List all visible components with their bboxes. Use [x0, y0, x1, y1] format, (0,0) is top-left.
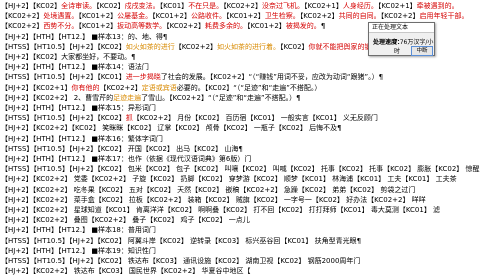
text-segment: 【KC02+1】	[377, 2, 417, 10]
text-segment: 【HTSS】【HT10.5】【HJ+2】【KC02】 阿翼斗岸【KC02】 逆转…	[1, 236, 362, 245]
text-segment: 【HJ+2】【KC02+2】 党委【KC02+2】 子旋【KC02】 扔脚【KC…	[1, 175, 457, 184]
highlighted-text: 耗费多余的。	[204, 22, 247, 31]
text-segment: 【KC02+2】	[299, 12, 339, 21]
text-segment: 必要的。【KC02】“（“足迹”和“走遍”不搭配。）	[176, 83, 322, 92]
highlighted-text: 扳动高等数学。	[117, 22, 167, 31]
text-segment: 【HJ+2】【KC02+2】 2、曹雪芹的	[1, 93, 114, 102]
text-segment: 【KC02+2】	[99, 83, 142, 92]
text-segment: 【HJ+2】【HTH】【HT12.】 ■样本19：知识性门	[1, 246, 156, 255]
text-line: 【HJ+2】【HTH】【HT12.】 ■样本18：普用词门	[1, 225, 488, 235]
text-segment: 【KC02+2】 月份【KC02】 百历宿【KC01】 一般实言【KC01】 义…	[132, 114, 378, 123]
dialog-title: 正在处理文本	[369, 23, 434, 33]
text-line: 【HJ+2】【HTH】【HT12.】 ■样本17：也作（依据《现代汉语词典》第6…	[1, 154, 488, 164]
text-segment: 了社会的发展。【KC02+2】“（“赚钱”用词不妥，应改为动词“跟猪”。）¶	[160, 73, 384, 82]
text-line: 【HJ+2】【HTH】【HT12.】 ■样本16：繁体字词门	[1, 134, 488, 144]
text-line: 【HJ+2】【KC02+2】 星球知道【KC01】 肯离洋洋【KC02】 啊啊叠…	[1, 205, 488, 215]
text-line: 【HJ+2】【KC02+2】 菜手盒【KC02】 拉板【KC02+2】 装箱【K…	[1, 195, 488, 205]
text-segment: 【HJ+2】【HTH】【HT12.】 ■样本17：也作（依据《现代汉语词典》第6…	[1, 155, 252, 163]
text-segment: 【HJ+2】【KC02+2】 菜手盒【KC02】 拉板【KC02+2】 装箱【K…	[1, 195, 426, 204]
text-segment: 【HJ+2】【KC02】大家都坐好，不要动。¶	[1, 53, 136, 61]
highlighted-text: 没奈过飞机。	[262, 2, 305, 10]
text-segment: 【HTSS】【HT10.5】【HJ+2】【KC02】 包米【KC02】 包子【K…	[1, 165, 480, 174]
text-segment: 【HTSS】【HT10.5】【HJ+2】【KC02】 铁达布【KC03】 通讯设…	[1, 257, 361, 265]
paragraph-mark: ¶	[320, 22, 326, 31]
text-line: 【HJ+2】【KC02+2】【KC02】 笑眯眯【KC02】 辽掌【KC02】 …	[1, 123, 488, 133]
highlighted-text: 如火如茶的进行	[125, 42, 175, 51]
highlighted-text: 全诗审读。	[61, 2, 97, 10]
highlighted-text: 公屡基金。	[117, 12, 153, 21]
text-line: 【HTSS】【HT10.5】【HJ+2】【KC02】 包米【KC02】 包子【K…	[1, 164, 488, 174]
text-line: 【HTSS】【HT10.5】【HJ+2】【KC02】 开国【KC02】 出马【K…	[1, 144, 488, 154]
text-segment: 【KC02】	[280, 42, 309, 51]
progress-dialog: 正在处理文本 处理速度： 7.76万汉字/小时 中断	[368, 22, 435, 56]
highlighted-text: 戍戌变法。	[124, 2, 160, 10]
text-line: 【HTSS】【HT10.5】【HJ+2】【KC02】 阿翼斗岸【KC02】 逆转…	[1, 236, 488, 246]
text-segment: 【HJ+2】【KC02+1】	[1, 83, 72, 92]
text-line: 【HJ+2】【KC02+2】 2、曹雪芹的足迹走遍了雪山。【KC02+2】“（“…	[1, 93, 488, 103]
text-line: 【HJ+2】【HTH】【HT12.】 ■样本19：知识性门	[1, 246, 488, 256]
text-segment: 【KC02+2】	[1, 22, 44, 31]
text-segment: 【HJ+2】【HTH】【HT12.】 ■样本13：的、地、得¶	[1, 32, 168, 41]
text-line: 【HTSS】【HT10.5】【HJ+2】【KC02】 铁达布【KC03】 通讯设…	[1, 256, 488, 266]
text-line: 【HTSS】【HT10.5】【HJ+2】【KC02】抓【KC02+2】 月份【K…	[1, 113, 488, 123]
text-line: 【HJ+2】【KC02+2】 叠图【KC02+2】 叠子【KC02】 鸡子【KC…	[1, 215, 488, 225]
highlighted-text: 如火如茶的进行着。	[217, 42, 281, 51]
text-segment: 【KC02+2】	[223, 2, 263, 10]
highlighted-text: 牵被遇到的。	[416, 2, 459, 10]
text-segment: 【HTSS】【HT10.5】【HJ+2】【KC02】	[1, 114, 126, 123]
highlighted-text: 处境遇置。	[43, 12, 79, 21]
text-segment: 【KC01+2】	[78, 22, 118, 31]
text-segment: 【KC02+2】	[166, 22, 205, 31]
text-segment: 【HJ+2】【HTH】【HT12.】 ■样本18：普用词门	[1, 226, 156, 235]
highlighted-text: 你有他的	[71, 83, 100, 92]
text-segment: 【HJ+2】【HTH】【HT12.】 ■样本16：繁体字词门	[1, 134, 163, 143]
text-segment: 了雪山。【KC02+2】“（“足迹”和“走遍”不搭配。）¶	[141, 93, 301, 102]
text-line: 【HTSS】【HT10.5】【HJ+2】【KC01】进一步揭晓了社会的发展。【K…	[1, 72, 488, 82]
text-line: 【HJ+2】【KC02+2】 铁达布【KC03】 国民世界【KC02+2】 华夏…	[1, 266, 488, 276]
text-line: 【HJ+2】【KC02+2】 吃冬果【KC02】 五对【KC02】 天然【KC0…	[1, 185, 488, 195]
text-segment: 【HTSS】【HT10.5】【HJ+2】【KC01】	[1, 73, 126, 82]
highlighted-text: 被揭发的。	[285, 22, 321, 31]
text-segment: 【HJ+2】【KC02+2】【KC02】 笑眯眯【KC02】 辽掌【KC02】 …	[1, 124, 342, 133]
text-segment: 【KC01+2】	[152, 12, 191, 21]
text-segment: 【KC01+2】	[225, 12, 265, 21]
highlighted-text: 启用年轻干部。	[419, 12, 469, 21]
highlighted-text: 不在只是。	[188, 2, 224, 10]
text-segment: 【KC02+2】	[1, 12, 44, 21]
highlighted-text: 人身经历。	[342, 2, 378, 10]
text-segment: 【HJ+2】【KC02+2】 叠图【KC02+2】 叠子【KC02】 鸡子【KC…	[1, 216, 250, 225]
text-line: 【HJ+2】【KC02+1】你有他的【KC02+2】定语或宾语必要的。【KC02…	[1, 83, 488, 93]
text-segment: 【HJ+2】【KC02】	[1, 2, 62, 10]
text-segment: 【KC01+2】	[246, 22, 286, 31]
text-segment: 【HTSS】【HT10.5】【HJ+2】【KC02】	[1, 42, 126, 51]
highlighted-text: 西势不分。	[43, 22, 79, 31]
text-segment: 【KC02+1】	[304, 2, 343, 10]
abort-button[interactable]: 中断	[411, 46, 433, 56]
text-segment: 【HJ+2】【KC02+2】 吃冬果【KC02】 五对【KC02】 天然【KC0…	[1, 185, 416, 194]
text-segment: 【HJ+2】【KC02+2】 星球知道【KC01】 肯离洋洋【KC02】 啊啊叠…	[1, 206, 441, 214]
text-line: 【HJ+2】【KC02+2】 党委【KC02+2】 子旋【KC02】 扔脚【KC…	[1, 174, 488, 184]
text-segment: 【HJ+2】【HTH】【HT12.】 ■样本14：语法门	[1, 63, 149, 72]
text-segment: 【HJ+2】【HTH】【HT12.】 ■样本15：异形词门	[1, 104, 156, 112]
highlighted-text: 抓	[125, 114, 133, 123]
text-segment: 【KC02】	[96, 2, 125, 10]
text-segment: 【KC02+2】	[380, 12, 420, 21]
highlighted-text: 足迹走遍	[113, 93, 142, 102]
text-line: 【HJ+2】【HTH】【HT12.】 ■样本15：异形词门	[1, 103, 488, 113]
highlighted-text: 定语或宾语	[141, 83, 177, 92]
text-segment: 【KC02+2】	[174, 42, 218, 51]
highlighted-text: 公路收件。	[190, 12, 226, 21]
text-segment: 【HTSS】【HT10.5】【HJ+2】【KC02】 开国【KC02】 出马【K…	[1, 144, 243, 153]
highlighted-text: 进一步揭晓	[125, 73, 161, 82]
text-segment: 【KC01】	[159, 2, 189, 10]
text-segment: 【KC01+2】	[78, 12, 118, 21]
highlighted-text: 共同的自同。	[338, 12, 381, 21]
text-segment: 【HJ+2】【KC02+2】 铁达布【KC03】 国民世界【KC02+2】 华夏…	[1, 267, 251, 276]
text-line: 【HJ+2】【HTH】【HT12.】 ■样本14：语法门	[1, 62, 488, 72]
text-line: 【HJ+2】【KC02】全诗审读。【KC02】戍戌变法。【KC01】不在只是。【…	[1, 1, 488, 11]
highlighted-text: 卫生检察。	[264, 12, 300, 21]
text-line: 【KC02+2】处境遇置。【KC01+2】公屡基金。【KC01+2】公路收件。【…	[1, 11, 488, 21]
